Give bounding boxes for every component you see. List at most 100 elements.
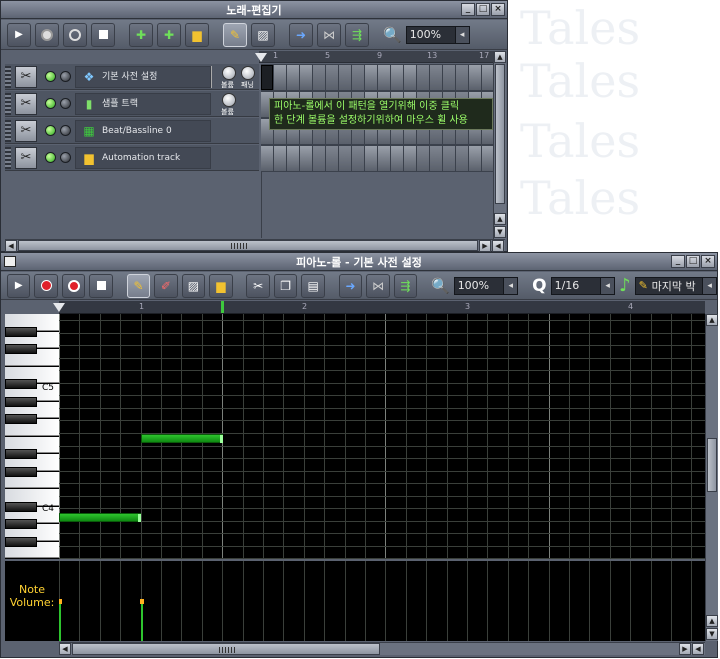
scroll-thumb[interactable] (707, 438, 717, 492)
black-key[interactable] (5, 449, 37, 459)
piano-keyboard[interactable]: C5 C4 (5, 314, 59, 559)
pattern-cell[interactable] (456, 65, 468, 90)
minimize-button[interactable]: _ (461, 3, 475, 16)
note-volume-area[interactable] (59, 559, 705, 641)
add-automation-track-button[interactable]: ▆ (185, 22, 209, 47)
scroll-down-icon[interactable]: ▲ (494, 213, 506, 225)
pattern-cell[interactable] (404, 65, 416, 90)
black-key[interactable] (5, 379, 37, 389)
mute-led[interactable] (45, 98, 56, 109)
drag-handle[interactable] (5, 93, 11, 115)
song-vertical-scrollbar[interactable]: ▲ ▲ ▼ (493, 51, 506, 239)
close-button[interactable]: × (491, 3, 505, 16)
pattern-cell[interactable] (417, 65, 429, 90)
zoom-combo[interactable]: 100% ◂ (453, 276, 519, 295)
pattern-cell[interactable] (274, 146, 286, 171)
black-key[interactable] (5, 501, 37, 512)
black-key[interactable] (5, 414, 37, 424)
auto-scroll-button[interactable]: ⇶ (345, 22, 369, 47)
note[interactable] (59, 513, 141, 522)
track-settings-button[interactable]: ✂ (15, 120, 37, 142)
piano-roll-titlebar[interactable]: 피아노-롤 - 기본 사전 설정 _ □ × (1, 253, 717, 271)
scroll-up-icon[interactable]: ▲ (706, 314, 718, 326)
note-resize-handle[interactable] (138, 514, 141, 522)
volume-bar[interactable] (140, 601, 143, 641)
paste-button[interactable]: ▤ (301, 273, 325, 298)
pattern-cell[interactable] (404, 146, 416, 171)
playhead-marker-icon[interactable] (255, 53, 267, 62)
pattern-cell[interactable] (326, 146, 338, 171)
loop-button[interactable]: ⋈ (317, 22, 341, 47)
solo-led[interactable] (60, 98, 71, 109)
track-row[interactable]: ✂ ▮ 샘플 트랙 볼륨 (5, 91, 259, 117)
select-mode-button[interactable]: ▨ (181, 273, 206, 298)
track-name[interactable]: ▆ Automation track (75, 147, 211, 169)
minimize-button[interactable]: _ (671, 255, 685, 268)
scroll-down-icon[interactable]: ▲ (706, 615, 718, 627)
draw-mode-button[interactable]: ✎ (223, 22, 247, 47)
black-key[interactable] (5, 466, 37, 477)
panning-knob[interactable] (241, 66, 255, 80)
pattern-cell[interactable] (326, 65, 338, 90)
erase-mode-button[interactable]: ✐ (154, 273, 178, 298)
pattern-cell[interactable] (417, 146, 429, 171)
track-name[interactable]: ▮ 샘플 트랙 (75, 93, 211, 115)
move-button[interactable]: ➜ (338, 273, 363, 298)
piano-horizontal-scrollbar[interactable]: ◀ ▶ ◀ (59, 642, 705, 655)
volume-handle[interactable] (59, 599, 62, 604)
solo-led[interactable] (60, 152, 71, 163)
detune-mode-button[interactable]: ▆ (209, 273, 233, 298)
note[interactable] (140, 433, 223, 443)
pattern-cell[interactable] (287, 146, 299, 171)
track-row[interactable]: ✂ ❖ 기본 사전 설정 볼륨 패닝 (5, 64, 259, 90)
volume-knob[interactable] (222, 93, 236, 107)
song-timeline[interactable]: 1 5 9 13 17 (255, 51, 493, 63)
drag-handle[interactable] (5, 66, 11, 88)
maximize-button[interactable]: □ (476, 3, 490, 16)
black-key[interactable] (5, 344, 37, 354)
pattern-cell[interactable] (443, 146, 455, 171)
mute-led[interactable] (45, 152, 56, 163)
pattern-cell[interactable] (313, 146, 325, 171)
add-beat-track-button[interactable]: ✚ (129, 22, 153, 47)
mute-led[interactable] (45, 125, 56, 136)
pattern-cell[interactable] (391, 65, 403, 90)
pattern-cell[interactable] (456, 146, 468, 171)
maximize-button[interactable]: □ (686, 255, 700, 268)
song-horizontal-scrollbar[interactable]: ◀ ▶ ◀ (5, 239, 505, 252)
scroll-thumb[interactable] (495, 64, 505, 204)
scroll-left-icon[interactable]: ◀ (5, 240, 17, 252)
scroll-down-icon[interactable]: ▼ (706, 628, 718, 640)
track-row[interactable]: ✂ ▦ Beat/Bassline 0 (5, 118, 259, 144)
note-length-combo[interactable]: ✎ 마지막 박 ◂ (634, 276, 718, 295)
add-sample-track-button[interactable]: ✚ (157, 22, 181, 47)
pattern-cell[interactable] (378, 65, 390, 90)
record-button[interactable] (35, 22, 59, 47)
volume-knob[interactable] (222, 66, 236, 80)
scroll-up-icon[interactable]: ▲ (494, 51, 506, 63)
scroll-right-icon[interactable]: ▶ (479, 240, 491, 252)
pattern-cell[interactable] (391, 146, 403, 171)
scroll-thumb[interactable] (72, 643, 380, 655)
scroll-right-icon[interactable]: ▶ (679, 643, 691, 655)
close-button[interactable]: × (701, 255, 715, 268)
black-key[interactable] (5, 536, 37, 547)
playhead-marker-icon[interactable] (53, 303, 65, 312)
solo-led[interactable] (60, 125, 71, 136)
track-row[interactable]: ✂ ▆ Automation track (5, 145, 259, 171)
black-key[interactable] (5, 326, 37, 337)
volume-handle[interactable] (139, 599, 144, 604)
record-while-playing-button[interactable] (63, 22, 87, 47)
pattern-cell[interactable] (339, 146, 351, 171)
drag-handle[interactable] (5, 147, 11, 169)
piano-vertical-scrollbar[interactable]: ▲ ▲ ▼ (705, 314, 718, 641)
black-key[interactable] (5, 396, 37, 407)
note-resize-handle[interactable] (219, 434, 223, 443)
loop-button[interactable]: ⋈ (366, 273, 390, 298)
solo-led[interactable] (60, 71, 71, 82)
pattern-cell[interactable] (469, 65, 481, 90)
zoom-combo[interactable]: 100% ◂ (405, 25, 470, 44)
pattern-cell[interactable] (430, 146, 442, 171)
stop-button[interactable] (91, 22, 115, 47)
quantize-combo[interactable]: 1/16 ◂ (550, 276, 616, 295)
